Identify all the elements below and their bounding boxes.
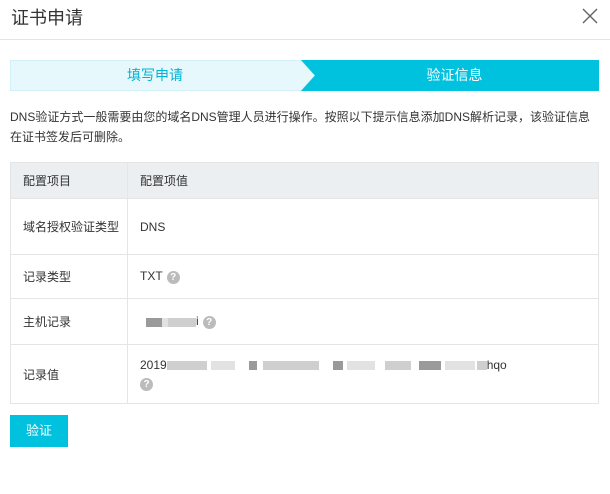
row-value: TXT bbox=[140, 269, 163, 284]
row-item-text: 域名授权验证类型 bbox=[23, 219, 120, 234]
close-icon[interactable] bbox=[580, 6, 600, 26]
redacted-block bbox=[332, 360, 343, 370]
dns-description: DNS验证方式一般需要由您的域名DNS管理人员进行操作。按照以下提示信息添加DN… bbox=[10, 110, 591, 144]
step-verify-info: 验证信息 bbox=[426, 67, 483, 83]
row-item-label: 记录值 bbox=[10, 344, 128, 404]
step-progress: 填写申请 验证信息 bbox=[10, 60, 599, 91]
redacted-block bbox=[248, 360, 257, 370]
redacted-block bbox=[444, 360, 475, 370]
redacted-block bbox=[384, 360, 411, 370]
redacted-block bbox=[476, 360, 487, 370]
row-item-label: 域名授权验证类型 bbox=[10, 198, 128, 255]
row-value: DNS bbox=[127, 198, 599, 255]
redacted-block bbox=[146, 317, 162, 327]
redacted-block bbox=[262, 360, 319, 370]
row-value-cell: 2019 hqo ? bbox=[127, 344, 599, 404]
header-config-value: 配置项值 bbox=[127, 162, 599, 199]
table-row: 域名授权验证类型 DNS bbox=[10, 198, 599, 255]
table-header-row: 配置项目 配置项值 bbox=[10, 162, 599, 199]
row-item-label: 主机记录 bbox=[10, 298, 128, 345]
redacted-block bbox=[346, 360, 375, 370]
dialog-header: 证书申请 bbox=[0, 0, 610, 40]
table-row: 记录值 2019 hqo ? bbox=[10, 344, 599, 404]
row-value-suffix: hqo bbox=[486, 357, 507, 372]
row-value: i bbox=[196, 314, 199, 329]
redacted-block bbox=[210, 360, 235, 370]
question-circle-icon[interactable]: ? bbox=[202, 315, 216, 329]
dns-config-table: 配置项目 配置项值 域名授权验证类型 DNS 记录类型 TXT? 主机记录 i? bbox=[10, 162, 599, 404]
row-value-cell: TXT? bbox=[127, 254, 599, 299]
redacted-block bbox=[418, 360, 441, 370]
question-circle-icon[interactable]: ? bbox=[166, 270, 180, 284]
step-fill-application: 填写申请 bbox=[127, 67, 183, 83]
table-row: 记录类型 TXT? bbox=[10, 254, 599, 299]
table-row: 主机记录 i? bbox=[10, 298, 599, 345]
redacted-block bbox=[166, 360, 207, 370]
verify-button[interactable]: 验证 bbox=[10, 415, 68, 447]
certificate-application-dialog: 证书申请 填写申请 验证信息 DNS验证方式一般需要由您的域名DNS管理人员进行… bbox=[0, 0, 610, 494]
record-value-line: 2019 hqo bbox=[140, 358, 598, 372]
redacted-block bbox=[168, 317, 196, 327]
row-value-cell: i? bbox=[127, 298, 599, 345]
dialog-title: 证书申请 bbox=[11, 8, 83, 28]
row-value-prefix: 2019 bbox=[140, 357, 167, 372]
header-config-item: 配置项目 bbox=[10, 162, 128, 199]
row-item-label: 记录类型 bbox=[10, 254, 128, 299]
question-circle-icon[interactable]: ? bbox=[140, 377, 153, 391]
